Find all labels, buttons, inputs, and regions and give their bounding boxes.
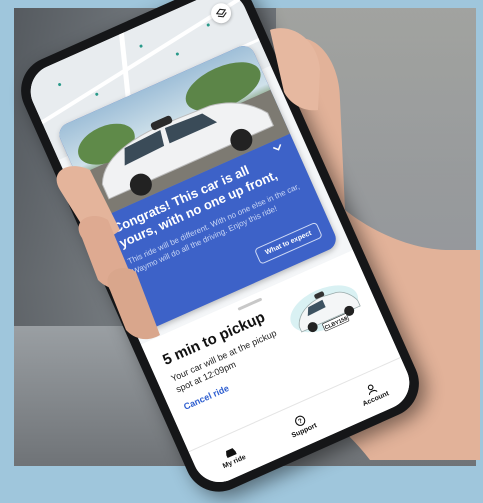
what-to-expect-button[interactable]: What to expect bbox=[254, 221, 323, 265]
car-thumbnail: CLBY158 bbox=[290, 285, 361, 333]
map-marker bbox=[206, 22, 211, 27]
tab-my-ride[interactable]: My ride bbox=[217, 442, 247, 470]
map-marker bbox=[94, 92, 99, 97]
svg-text:?: ? bbox=[297, 418, 304, 426]
map-marker bbox=[175, 52, 180, 56]
tab-account[interactable]: Account bbox=[356, 378, 390, 408]
layers-icon bbox=[215, 8, 227, 18]
map-marker bbox=[57, 82, 62, 87]
map-marker bbox=[139, 44, 144, 49]
tab-support[interactable]: ? Support bbox=[285, 410, 318, 440]
